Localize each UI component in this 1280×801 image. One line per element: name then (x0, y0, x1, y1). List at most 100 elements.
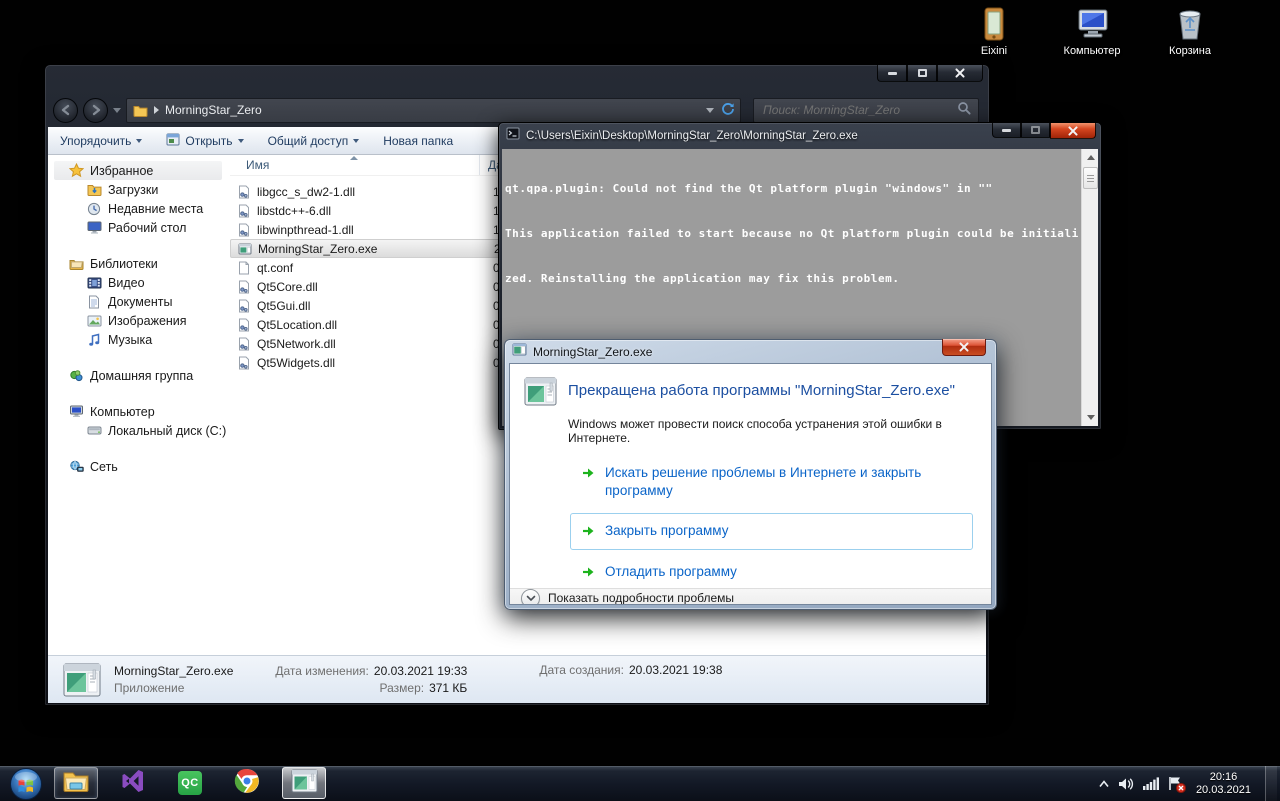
sidebar-item-video[interactable]: Видео (54, 273, 230, 292)
forward-button[interactable] (83, 97, 108, 123)
option-debug-program[interactable]: Отладить программу (570, 556, 973, 588)
dialog-footer[interactable]: Показать подробности проблемы (510, 587, 991, 605)
chrome-icon (234, 768, 260, 799)
minimize-button[interactable] (877, 65, 907, 82)
explorer-window-controls (877, 65, 983, 82)
homegroup-icon (68, 368, 84, 384)
search-box[interactable] (753, 97, 979, 123)
star-icon (68, 163, 84, 179)
green-arrow-icon (582, 566, 595, 581)
sidebar-item-pictures[interactable]: Изображения (54, 311, 230, 330)
desktop-icon-eixini[interactable]: Eixini (958, 6, 1030, 57)
option-close-program[interactable]: Закрыть программу (571, 514, 972, 548)
sidebar-label: Домашняя группа (90, 368, 194, 383)
sidebar-item-desktop[interactable]: Рабочий стол (54, 218, 230, 237)
sidebar-item-downloads[interactable]: Загрузки (54, 180, 230, 199)
recent-pages-dropdown-icon[interactable] (113, 107, 121, 113)
scroll-up-icon[interactable] (1082, 149, 1098, 166)
console-titlebar[interactable]: C:\Users\Eixin\Desktop\MorningStar_Zero\… (499, 123, 1101, 148)
sidebar-label: Рабочий стол (108, 220, 187, 235)
file-name: libgcc_s_dw2-1.dll (257, 184, 356, 199)
close-button[interactable] (1050, 123, 1096, 139)
file-name: MorningStar_Zero.exe (258, 241, 378, 256)
taskbar-item-qt-creator[interactable]: QC (168, 767, 212, 799)
modified-value: 20.03.2021 19:33 (373, 664, 468, 678)
music-icon (86, 332, 102, 348)
file-name: Qt5Core.dll (257, 279, 318, 294)
scrollbar-thumb[interactable] (1083, 167, 1098, 189)
maximize-button[interactable] (1021, 123, 1050, 138)
taskbar-clock[interactable]: 20:16 20.03.2021 (1196, 771, 1251, 797)
explorer-folder-icon (62, 769, 90, 798)
show-details-label: Показать подробности проблемы (548, 591, 735, 605)
details-pane: MorningStar_Zero.exe Приложение Дата изм… (48, 655, 986, 703)
address-bar[interactable]: MorningStar_Zero (126, 97, 741, 123)
new-folder-label: Новая папка (383, 133, 454, 148)
close-button[interactable] (942, 339, 986, 356)
breadcrumb[interactable]: MorningStar_Zero (165, 103, 262, 117)
show-desktop-button[interactable] (1265, 766, 1277, 801)
sidebar-label: Документы (108, 294, 173, 309)
desktop-icon-computer[interactable]: Компьютер (1056, 6, 1128, 57)
taskbar: QC 20:16 20.03.2021 (0, 765, 1280, 801)
share-button[interactable]: Общий доступ (268, 134, 360, 148)
dialog-heading: Прекращена работа программы "MorningStar… (568, 382, 955, 399)
chevron-down-icon[interactable] (521, 588, 540, 604)
dll-icon (236, 279, 251, 294)
taskbar-item-chrome[interactable] (225, 767, 269, 799)
minimize-button[interactable] (992, 123, 1021, 138)
file-name: Qt5Location.dll (257, 317, 338, 332)
column-header-name[interactable]: Имя (230, 155, 480, 175)
sidebar-label: Музыка (108, 332, 153, 347)
show-hidden-icons-icon[interactable] (1099, 779, 1109, 788)
console-window-controls (992, 123, 1096, 139)
sidebar-item-recent-places[interactable]: Недавние места (54, 199, 230, 218)
downloads-folder-icon (86, 182, 102, 198)
organize-label: Упорядочить (60, 133, 132, 148)
sidebar-item-libraries[interactable]: Библиотеки (54, 254, 230, 273)
sidebar-item-computer[interactable]: Компьютер (54, 402, 230, 421)
sidebar-item-network[interactable]: Сеть (54, 457, 230, 476)
sidebar-item-documents[interactable]: Документы (54, 292, 230, 311)
file-name: Qt5Network.dll (257, 336, 336, 351)
modified-label: Дата изменения: (275, 664, 369, 678)
search-icon[interactable] (957, 101, 971, 120)
volume-icon[interactable] (1118, 777, 1134, 791)
desktop-icon-recycle-bin[interactable]: Корзина (1154, 6, 1226, 57)
sidebar-item-music[interactable]: Музыка (54, 330, 230, 349)
option-label: Искать решение проблемы в Интернете и за… (605, 465, 922, 499)
sidebar-item-local-disk-c[interactable]: Локальный диск (C:) (54, 421, 230, 440)
new-folder-button[interactable]: Новая папка (383, 134, 453, 148)
scrollbar[interactable] (1081, 149, 1098, 426)
taskbar-item-explorer[interactable] (54, 767, 98, 799)
dialog-titlebar[interactable]: MorningStar_Zero.exe (509, 339, 992, 363)
open-button[interactable]: Открыть (166, 133, 244, 149)
taskbar-item-visual-studio[interactable] (111, 767, 155, 799)
dll-icon (236, 336, 251, 351)
sidebar-label: Сеть (90, 459, 118, 474)
sidebar-item-favorites[interactable]: Избранное (54, 161, 222, 180)
start-button[interactable] (0, 766, 52, 801)
address-dropdown-icon[interactable] (706, 107, 714, 113)
scroll-down-icon[interactable] (1082, 409, 1098, 426)
console-line: qt.qpa.plugin: Could not find the Qt pla… (505, 182, 993, 195)
close-button[interactable] (937, 65, 983, 82)
taskbar-item-morningstar-app[interactable] (282, 767, 326, 799)
sidebar-item-homegroup[interactable]: Домашняя группа (54, 366, 230, 385)
organize-button[interactable]: Упорядочить (60, 133, 143, 148)
green-arrow-icon (582, 525, 595, 540)
network-signal-icon[interactable] (1142, 777, 1159, 790)
search-input[interactable] (761, 102, 957, 118)
back-button[interactable] (53, 97, 78, 123)
sidebar-label: Видео (108, 275, 145, 290)
folder-icon (132, 102, 148, 118)
explorer-titlebar[interactable] (45, 65, 989, 93)
maximize-button[interactable] (907, 65, 937, 82)
option-search-solution[interactable]: Искать решение проблемы в Интернете и за… (570, 457, 973, 507)
refresh-icon[interactable] (721, 102, 735, 119)
chevron-down-icon (136, 138, 143, 143)
share-label: Общий доступ (267, 133, 349, 148)
created-value: 20.03.2021 19:38 (628, 663, 723, 677)
console-app-icon (506, 127, 520, 145)
action-center-flag-icon[interactable] (1168, 776, 1186, 793)
